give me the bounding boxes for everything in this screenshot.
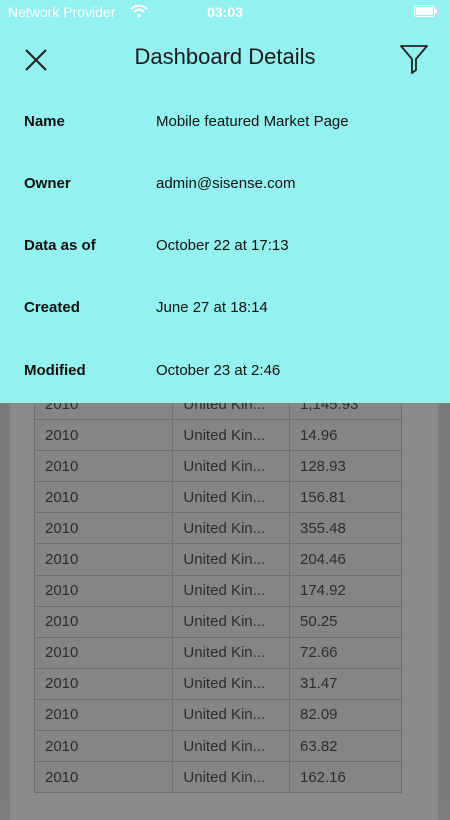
table-cell: United Kin... [172, 512, 290, 545]
table-row: 2010 United Kin... 156.81 [33, 481, 403, 514]
table-row: 2010 United Kin... 63.82 [33, 730, 403, 763]
detail-value: October 22 at 17:13 [156, 237, 289, 254]
detail-row-owner: Owner admin@sisense.com [0, 169, 450, 199]
table-cell: 2010 [33, 512, 174, 545]
table-cell: 14.96 [288, 419, 403, 452]
table-cell: United Kin... [172, 761, 290, 794]
detail-value: June 27 at 18:14 [156, 299, 268, 316]
table-cell: 31.47 [288, 667, 403, 700]
status-time: 03:03 [207, 4, 243, 20]
table-cell: United Kin... [172, 667, 290, 700]
table-cell: United Kin... [172, 605, 290, 638]
table-cell: 2010 [33, 481, 174, 514]
status-bar: Network Provider 03:03 [0, 0, 450, 24]
table-cell: 2010 [33, 667, 174, 700]
table-cell: 50.25 [288, 605, 403, 638]
table-cell: United Kin... [172, 574, 290, 607]
detail-label: Modified [24, 362, 86, 379]
table-cell: United Kin... [172, 730, 290, 763]
table-cell: 2010 [33, 419, 174, 452]
detail-label: Owner [24, 175, 71, 192]
table-cell: United Kin... [172, 481, 290, 514]
table-cell: 162.16 [288, 761, 403, 794]
header: Dashboard Details [0, 34, 450, 82]
detail-row-created: Created June 27 at 18:14 [0, 293, 450, 323]
table-cell: 63.82 [288, 730, 403, 763]
filter-button[interactable] [396, 40, 432, 76]
table-cell: 174.92 [288, 574, 403, 607]
table-row: 2010 United Kin... 82.09 [33, 698, 403, 732]
table-cell: 2010 [33, 605, 174, 638]
table-row: 2010 United Kin... 72.66 [33, 636, 403, 669]
battery-icon [414, 5, 437, 17]
table-row: 2010 United Kin... 14.96 [33, 419, 403, 452]
table-row: 2010 United Kin... 174.92 [33, 574, 403, 607]
table-row: 2010 United Kin... 128.93 [33, 450, 403, 483]
detail-row-data-as-of: Data as of October 22 at 17:13 [0, 231, 450, 261]
detail-label: Created [24, 299, 80, 316]
table-cell: 72.66 [288, 636, 403, 669]
table-cell: 2010 [33, 543, 174, 576]
page-title: Dashboard Details [134, 44, 316, 69]
table-cell: United Kin... [172, 450, 290, 483]
table-cell: 2010 [33, 698, 174, 732]
table-cell: 156.81 [288, 481, 403, 514]
table-row: 2010 United Kin... 50.25 [33, 605, 403, 638]
table-row: 2010 United Kin... 204.46 [33, 543, 403, 576]
table-cell: 355.48 [288, 512, 403, 545]
table-row: 2010 United Kin... 355.48 [33, 512, 403, 545]
table-row: 2010 United Kin... 162.16 [33, 761, 403, 794]
table-cell: 82.09 [288, 698, 403, 732]
detail-label: Name [24, 113, 65, 130]
table-row: 2010 United Kin... 31.47 [33, 667, 403, 700]
table-cell: 2010 [33, 730, 174, 763]
dashboard-details-panel: Network Provider 03:03 Dashboard Details [0, 0, 450, 403]
detail-value: October 23 at 2:46 [156, 362, 281, 379]
table-cell: United Kin... [172, 698, 290, 732]
filter-icon [400, 45, 428, 74]
table-cell: 2010 [33, 761, 174, 794]
table-cell: 2010 [33, 636, 174, 669]
detail-row-modified: Modified October 23 at 2:46 [0, 356, 450, 386]
table-cell: 204.46 [288, 543, 403, 576]
data-table: 2010 United Kin... 1,145.93 2010 United Kin.… [33, 387, 403, 794]
table-cell: United Kin... [172, 419, 290, 452]
detail-value: Mobile featured Market Page [156, 113, 349, 130]
detail-row-name: Name Mobile featured Market Page [0, 107, 450, 137]
detail-value: admin@sisense.com [156, 175, 296, 192]
detail-label: Data as of [24, 237, 96, 254]
table-cell: United Kin... [172, 543, 290, 576]
table-cell: 2010 [33, 450, 174, 483]
table-cell: 128.93 [288, 450, 403, 483]
table-cell: United Kin... [172, 636, 290, 669]
table-cell: 2010 [33, 574, 174, 607]
